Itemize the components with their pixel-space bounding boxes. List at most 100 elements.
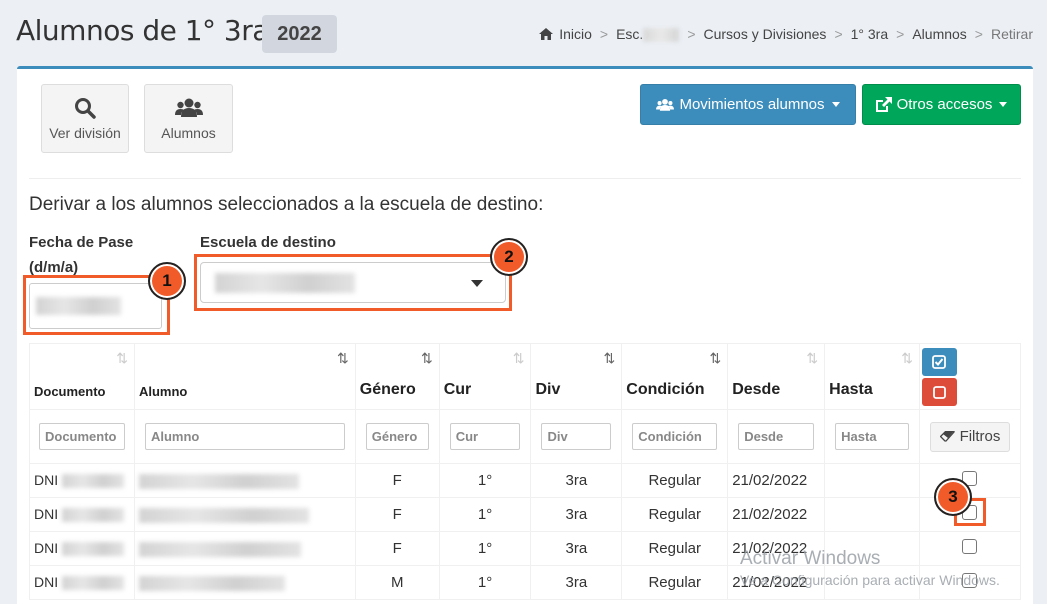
sort-icon: ⇅: [806, 350, 819, 366]
sort-icon: ⇅: [709, 350, 722, 366]
breadcrumb-retirar: Retirar: [990, 26, 1033, 43]
cell-condicion: Regular: [621, 497, 729, 532]
cell-cur: 1°: [438, 463, 532, 498]
otros-accesos-label: Otros accesos: [896, 96, 993, 113]
cell-alumno: [133, 463, 356, 498]
cell-alumno: [133, 531, 356, 566]
redacted-dni: [62, 542, 125, 557]
table-filter-row: Documento Alumno Género Cur Div Condició…: [29, 409, 1022, 464]
windows-activation-watermark: Activar Windows: [740, 548, 881, 569]
alumnos-button[interactable]: Alumnos: [144, 84, 233, 153]
otros-accesos-button[interactable]: Otros accesos: [862, 84, 1021, 125]
windows-activation-hint: Ve a Configuración para activar Windows.: [740, 572, 1000, 588]
caret-down-icon: [831, 102, 840, 107]
breadcrumb-curso[interactable]: 1° 3ra: [851, 26, 889, 42]
filter-desde-input[interactable]: Desde: [738, 423, 815, 450]
column-header-select: [918, 343, 1022, 410]
breadcrumb-inicio[interactable]: Inicio: [559, 26, 592, 42]
filtros-button[interactable]: Filtros: [929, 421, 1010, 452]
divider: [29, 178, 1021, 179]
table-header-row: Documento ⇅ Alumno ⇅ Género ⇅ Cur ⇅ Div ⇅ Con…: [29, 343, 1022, 410]
column-header-hasta[interactable]: Hasta ⇅: [824, 343, 920, 410]
select-all-button[interactable]: [921, 348, 957, 376]
cell-div: 3ra: [530, 531, 623, 566]
cell-select: [918, 531, 1022, 566]
annotation-box-2: [194, 254, 512, 311]
users-icon: [174, 98, 203, 117]
search-icon: [75, 97, 96, 119]
cell-desde: 21/02/2022: [727, 497, 826, 532]
breadcrumb-cursos[interactable]: Cursos y Divisiones: [704, 26, 827, 42]
redacted-name: [138, 575, 285, 591]
column-header-alumno[interactable]: Alumno ⇅: [133, 343, 356, 410]
column-header-genero[interactable]: Género ⇅: [354, 343, 440, 410]
filter-condicion-input[interactable]: Condición: [632, 423, 718, 450]
sort-icon: ⇅: [512, 350, 525, 366]
cell-condicion: Regular: [621, 463, 729, 498]
ver-division-button[interactable]: Ver división: [41, 84, 129, 153]
filter-cur-input[interactable]: Cur: [449, 423, 521, 450]
caret-down-icon: [999, 102, 1008, 107]
breadcrumb-separator: >: [599, 26, 609, 43]
column-header-div[interactable]: Div ⇅: [530, 343, 623, 410]
redacted-name: [138, 541, 301, 557]
cell-div: 3ra: [530, 565, 623, 600]
sort-icon: ⇅: [116, 350, 128, 366]
filter-documento-input[interactable]: Documento: [39, 423, 125, 450]
cell-div: 3ra: [530, 463, 623, 498]
breadcrumb-separator: >: [834, 26, 843, 43]
movimientos-alumnos-button[interactable]: Movimientos alumnos: [640, 84, 856, 125]
redacted-name: [138, 473, 299, 489]
cell-alumno: [133, 497, 356, 532]
movimientos-label: Movimientos alumnos: [679, 96, 825, 113]
cell-desde: 21/02/2022: [727, 463, 826, 498]
check-square-icon: [932, 355, 947, 369]
filter-div-input[interactable]: Div: [541, 423, 612, 450]
row-checkbox[interactable]: [962, 539, 978, 554]
column-header-cur[interactable]: Cur ⇅: [438, 343, 532, 410]
cell-hasta: [824, 497, 920, 532]
redacted-name: [138, 507, 309, 523]
redacted-school-name: [643, 28, 680, 43]
annotation-marker-3: 3: [934, 478, 972, 516]
breadcrumb: Inicio > Esc. > Cursos y Divisiones > 1°…: [539, 26, 1033, 43]
column-header-desde[interactable]: Desde ⇅: [727, 343, 826, 410]
cell-condicion: Regular: [621, 531, 729, 566]
filtros-label: Filtros: [959, 428, 1001, 445]
filter-alumno-input[interactable]: Alumno: [144, 423, 345, 450]
cell-cur: 1°: [438, 531, 532, 566]
cell-genero: F: [354, 497, 440, 532]
redacted-dni: [62, 576, 125, 591]
annotation-marker-2: 2: [490, 238, 528, 276]
column-header-condicion[interactable]: Condición ⇅: [621, 343, 729, 410]
content-header: Alumnos de 1° 3ra - 2022 Inicio > Esc. >…: [0, 0, 1047, 66]
breadcrumb-separator: >: [974, 26, 983, 43]
cell-hasta: [824, 463, 920, 498]
cell-genero: M: [354, 565, 440, 600]
redacted-dni: [62, 508, 125, 523]
cell-genero: F: [354, 463, 440, 498]
table-row[interactable]: DNI F 1° 3ra Regular 21/02/2022: [29, 497, 1022, 532]
annotation-marker-1: 1: [148, 262, 186, 300]
deselect-all-button[interactable]: [921, 378, 957, 406]
filter-hasta-input[interactable]: Hasta: [835, 423, 909, 450]
breadcrumb-escuela[interactable]: Esc.: [616, 26, 680, 43]
cell-alumno: [133, 565, 356, 600]
cell-documento: DNI: [29, 565, 135, 600]
alumnos-label: Alumnos: [161, 124, 216, 141]
column-header-documento[interactable]: Documento ⇅: [29, 343, 135, 410]
square-icon: [933, 385, 946, 399]
external-link-icon: [875, 97, 892, 112]
cell-cur: 1°: [438, 497, 532, 532]
cell-documento: DNI: [29, 531, 135, 566]
year-badge: 2022: [262, 15, 337, 53]
users-icon: [656, 98, 675, 111]
escuela-label: Escuela de destino: [200, 234, 336, 251]
table-row[interactable]: DNI F 1° 3ra Regular 21/02/2022: [29, 463, 1022, 498]
cell-genero: F: [354, 531, 440, 566]
ver-division-label: Ver división: [49, 124, 121, 141]
sort-icon: ⇅: [337, 350, 349, 366]
main-panel: Ver división Alumnos Movimientos alumnos…: [17, 66, 1033, 604]
filter-genero-input[interactable]: Género: [365, 423, 429, 450]
breadcrumb-alumnos[interactable]: Alumnos: [912, 26, 966, 42]
